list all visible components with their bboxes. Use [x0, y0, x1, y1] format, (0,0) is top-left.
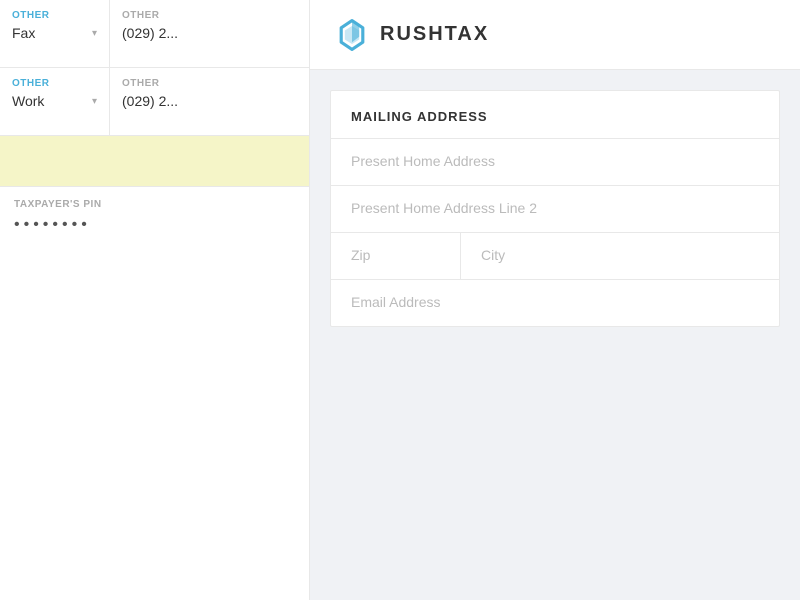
phone-row-1: OTHER Fax Mobile Work Home ▾ OTHER (029)…: [0, 0, 309, 68]
footer-area: [310, 347, 800, 407]
city-field[interactable]: [461, 233, 779, 279]
mailing-address-card: MAILING ADDRESS: [330, 90, 780, 327]
phone-select-wrapper-1[interactable]: Fax Mobile Work Home ▾: [12, 25, 97, 41]
phone-row-2: OTHER Work Fax Mobile Home ▾ OTHER (029)…: [0, 68, 309, 136]
pin-label: TAXPAYER'S PIN: [14, 199, 295, 210]
highlight-row: [0, 136, 309, 186]
phone-number-cell-2: OTHER (029) 2...: [110, 68, 309, 135]
right-panel: RUSHTAX MAILING ADDRESS: [310, 0, 800, 600]
phone-number-value-2: (029) 2...: [122, 93, 297, 109]
logo-text: RUSHTAX: [380, 23, 489, 46]
select-arrow-icon-2: ▾: [92, 96, 97, 107]
pin-dots: ••••••••: [14, 216, 295, 234]
phone-number-label-1: OTHER: [122, 10, 297, 21]
logo-icon: [334, 17, 370, 53]
zip-input[interactable]: [351, 247, 440, 263]
address-line2-field[interactable]: [331, 185, 779, 232]
phone-type-label-1: OTHER: [12, 10, 97, 21]
address-line1-input[interactable]: [351, 153, 759, 169]
address-line2-input[interactable]: [351, 200, 759, 216]
phone-type-label-2: OTHER: [12, 78, 97, 89]
zip-field[interactable]: [331, 233, 461, 279]
address-line1-field[interactable]: [331, 138, 779, 185]
select-arrow-icon-1: ▾: [92, 28, 97, 39]
mailing-address-title: MAILING ADDRESS: [331, 91, 779, 138]
phone-type-cell-1: OTHER Fax Mobile Work Home ▾: [0, 0, 110, 67]
pin-section: TAXPAYER'S PIN ••••••••: [0, 186, 309, 246]
phone-type-cell-2: OTHER Work Fax Mobile Home ▾: [0, 68, 110, 135]
header: RUSHTAX: [310, 0, 800, 70]
phone-type-select-1[interactable]: Fax Mobile Work Home: [12, 25, 70, 41]
email-input[interactable]: [351, 294, 759, 310]
phone-number-cell-1: OTHER (029) 2...: [110, 0, 309, 67]
phone-type-select-2[interactable]: Work Fax Mobile Home: [12, 93, 70, 109]
main-content: MAILING ADDRESS: [310, 70, 800, 347]
phone-number-value-1: (029) 2...: [122, 25, 297, 41]
email-field[interactable]: [331, 279, 779, 326]
phone-number-label-2: OTHER: [122, 78, 297, 89]
city-input[interactable]: [481, 247, 759, 263]
zip-city-row: [331, 232, 779, 279]
left-panel: OTHER Fax Mobile Work Home ▾ OTHER (029)…: [0, 0, 310, 600]
phone-select-wrapper-2[interactable]: Work Fax Mobile Home ▾: [12, 93, 97, 109]
